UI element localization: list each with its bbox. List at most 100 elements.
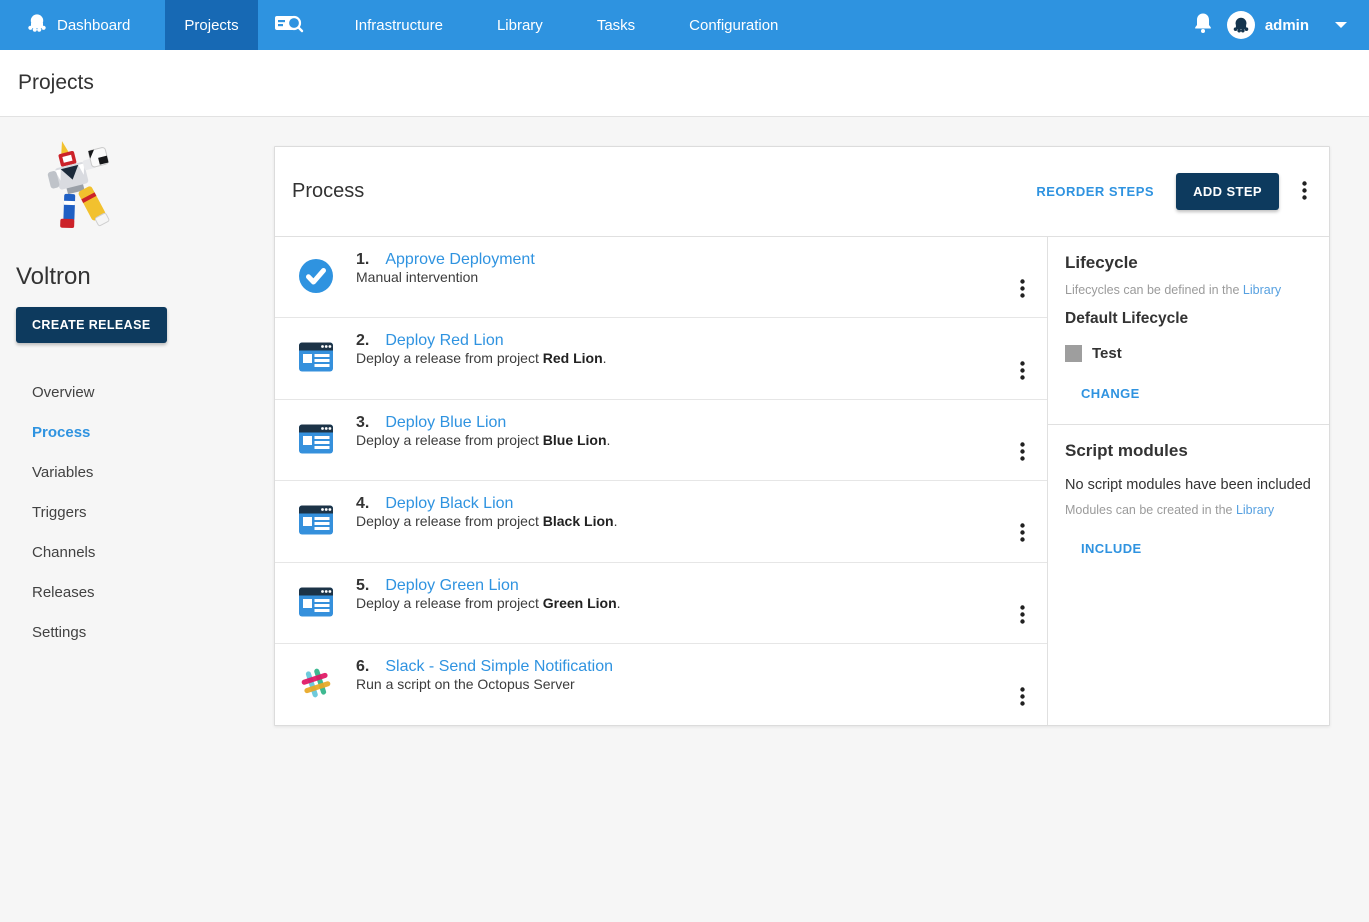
step-row: 1. Approve Deployment Manual interventio… — [275, 237, 1047, 318]
deploy-release-icon — [298, 584, 334, 620]
script-modules-hint: Modules can be created in the Library — [1065, 503, 1311, 517]
step-overflow-menu-button[interactable] — [1014, 426, 1031, 480]
step-description: Deploy a release from project Red Lion. — [356, 350, 607, 366]
notifications-button[interactable] — [1179, 0, 1227, 50]
sidebar-item-process[interactable]: Process — [0, 413, 274, 453]
process-title: Process — [292, 180, 1036, 203]
nav-item-tasks[interactable]: Tasks — [578, 0, 654, 50]
step-overflow-menu-button[interactable] — [1014, 263, 1031, 317]
process-overflow-menu-button[interactable] — [1296, 177, 1313, 207]
step-desc-pre: Deploy a release from project — [356, 513, 543, 529]
project-nav: Overview Process Variables Triggers Chan… — [0, 373, 274, 653]
step-number: 6. — [356, 658, 369, 676]
lifecycle-hint: Lifecycles can be defined in the Library — [1065, 283, 1311, 297]
project-sidebar: Voltron CREATE RELEASE Overview Process … — [0, 117, 274, 653]
bell-icon — [1193, 12, 1213, 39]
step-number: 3. — [356, 414, 369, 432]
step-description: Manual intervention — [356, 269, 478, 285]
process-steps: 1. Approve Deployment Manual interventio… — [275, 237, 1047, 725]
deploy-release-icon — [298, 421, 334, 457]
nav-item-configuration[interactable]: Configuration — [670, 0, 797, 50]
avatar — [1227, 11, 1255, 39]
step-desc-bold: Green Lion — [543, 595, 617, 611]
step-overflow-menu-button[interactable] — [1014, 507, 1031, 561]
step-description: Run a script on the Octopus Server — [356, 676, 575, 692]
sidebar-item-variables[interactable]: Variables — [0, 453, 274, 493]
nav-label: Projects — [184, 17, 238, 34]
kebab-icon — [1020, 449, 1025, 464]
environment-label: Test — [1092, 345, 1122, 362]
step-overflow-menu-button[interactable] — [1014, 670, 1031, 725]
manual-intervention-icon — [298, 258, 334, 294]
kebab-icon — [1020, 694, 1025, 709]
step-text: 6. Slack - Send Simple Notification Run … — [356, 644, 613, 725]
lifecycle-library-link[interactable]: Library — [1243, 283, 1281, 297]
nav-label: Configuration — [689, 17, 778, 34]
process-card: Process REORDER STEPS ADD STEP — [274, 146, 1330, 726]
step-text: 1. Approve Deployment Manual interventio… — [356, 237, 535, 317]
step-number: 2. — [356, 332, 369, 350]
sidebar-item-settings[interactable]: Settings — [0, 613, 274, 653]
lifecycle-hint-text: Lifecycles can be defined in the — [1065, 283, 1243, 297]
nav-item-infrastructure[interactable]: Infrastructure — [336, 0, 462, 50]
nav-item-dashboard[interactable]: Dashboard — [26, 0, 149, 50]
step-desc-bold: Blue Lion — [543, 432, 607, 448]
nav-label: Library — [497, 17, 543, 34]
project-logo-voltron — [38, 137, 116, 249]
nav-item-library[interactable]: Library — [478, 0, 562, 50]
lifecycle-name: Default Lifecycle — [1065, 310, 1311, 328]
reorder-steps-button[interactable]: REORDER STEPS — [1036, 184, 1154, 199]
sidebar-item-triggers[interactable]: Triggers — [0, 493, 274, 533]
create-release-button[interactable]: CREATE RELEASE — [16, 307, 167, 343]
nav-label: Dashboard — [57, 17, 130, 34]
username: admin — [1265, 17, 1309, 34]
kebab-icon — [1302, 188, 1307, 203]
step-desc-bold: Black Lion — [543, 513, 614, 529]
step-title-link[interactable]: Deploy Blue Lion — [385, 414, 506, 432]
chevron-down-icon — [1335, 22, 1347, 28]
sidebar-item-overview[interactable]: Overview — [0, 373, 274, 413]
add-step-button[interactable]: ADD STEP — [1176, 173, 1279, 210]
step-desc-pre: Manual intervention — [356, 269, 478, 285]
kebab-icon — [1020, 530, 1025, 545]
nav-label: Infrastructure — [355, 17, 443, 34]
step-row: 5. Deploy Green Lion Deploy a release fr… — [275, 563, 1047, 644]
script-modules-section: Script modules No script modules have be… — [1048, 425, 1329, 558]
step-description: Deploy a release from project Green Lion… — [356, 595, 621, 611]
kebab-icon — [1020, 612, 1025, 627]
step-overflow-menu-button[interactable] — [1014, 344, 1031, 398]
step-text: 4. Deploy Black Lion Deploy a release fr… — [356, 481, 617, 561]
step-desc-pre: Deploy a release from project — [356, 350, 543, 366]
environment-swatch — [1065, 345, 1082, 362]
search-icon — [274, 11, 304, 40]
include-script-module-button[interactable]: INCLUDE — [1081, 541, 1142, 556]
page-title: Projects — [18, 71, 94, 95]
sidebar-item-channels[interactable]: Channels — [0, 533, 274, 573]
script-modules-heading: Script modules — [1065, 441, 1311, 461]
slack-icon — [298, 665, 334, 701]
lifecycle-heading: Lifecycle — [1065, 253, 1311, 273]
step-overflow-menu-button[interactable] — [1014, 589, 1031, 643]
step-title-link[interactable]: Deploy Green Lion — [385, 577, 518, 595]
sidebar-item-releases[interactable]: Releases — [0, 573, 274, 613]
step-title-link[interactable]: Approve Deployment — [385, 251, 534, 269]
change-lifecycle-button[interactable]: CHANGE — [1081, 386, 1140, 401]
nav-item-projects[interactable]: Projects — [165, 0, 257, 50]
octopus-logo-icon — [26, 12, 57, 38]
project-name: Voltron — [16, 263, 274, 291]
nav-search-button[interactable] — [258, 0, 320, 50]
step-title-link[interactable]: Deploy Red Lion — [385, 332, 503, 350]
step-row: 3. Deploy Blue Lion Deploy a release fro… — [275, 400, 1047, 481]
step-description: Deploy a release from project Black Lion… — [356, 513, 617, 529]
top-navigation: Dashboard Projects Infrastructure Librar… — [0, 0, 1369, 50]
deploy-release-icon — [298, 339, 334, 375]
user-menu[interactable]: admin — [1227, 0, 1369, 50]
step-desc-pre: Run a script on the Octopus Server — [356, 676, 575, 692]
step-description: Deploy a release from project Blue Lion. — [356, 432, 610, 448]
script-modules-library-link[interactable]: Library — [1236, 503, 1274, 517]
content-area: Voltron CREATE RELEASE Overview Process … — [0, 117, 1369, 921]
step-desc-pre: Deploy a release from project — [356, 595, 543, 611]
step-desc-pre: Deploy a release from project — [356, 432, 543, 448]
step-title-link[interactable]: Slack - Send Simple Notification — [385, 658, 613, 676]
step-title-link[interactable]: Deploy Black Lion — [385, 495, 513, 513]
